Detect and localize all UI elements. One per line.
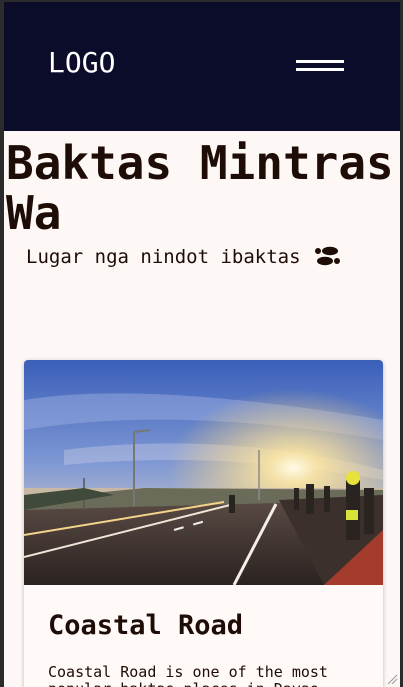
footprints-icon bbox=[314, 246, 340, 266]
place-card[interactable]: Coastal Road Coastal Road is one of the … bbox=[24, 360, 383, 687]
card-description: Coastal Road is one of the most popular … bbox=[48, 663, 328, 687]
page-viewport: LOGO Baktas Mintras Wa Lugar nga nindot … bbox=[4, 2, 400, 687]
browser-frame: LOGO Baktas Mintras Wa Lugar nga nindot … bbox=[0, 0, 403, 687]
hamburger-menu-icon[interactable] bbox=[294, 58, 346, 76]
tagline: Lugar nga nindot ibaktas bbox=[26, 246, 341, 268]
logo[interactable]: LOGO bbox=[48, 46, 115, 79]
navbar: LOGO bbox=[4, 2, 400, 131]
tagline-text: Lugar nga nindot ibaktas bbox=[26, 246, 301, 268]
menu-bar-bottom bbox=[296, 68, 344, 71]
coastal-road-photo bbox=[24, 360, 383, 585]
page-title: Baktas Mintras Wa bbox=[6, 136, 394, 240]
menu-bar-top bbox=[296, 60, 344, 63]
card-title[interactable]: Coastal Road bbox=[48, 610, 243, 641]
resize-grip-icon[interactable] bbox=[386, 673, 398, 685]
